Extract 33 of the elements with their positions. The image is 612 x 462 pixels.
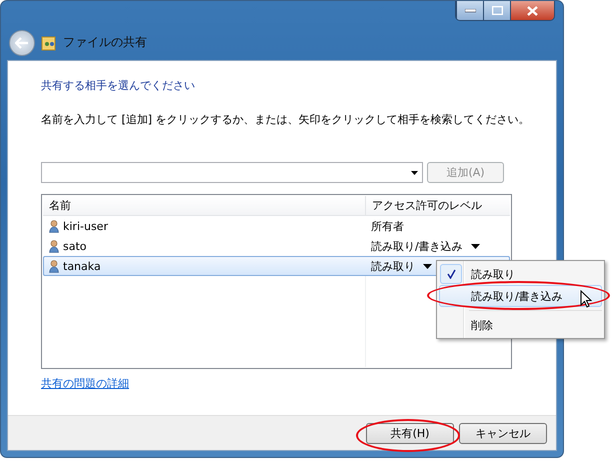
menu-item[interactable]: 読み取り/書き込み [439, 285, 602, 307]
access-level: 読み取り [371, 258, 415, 274]
share-button[interactable]: 共有(H) [366, 422, 454, 444]
shared-folder-icon [41, 34, 57, 50]
instruction-text: 名前を入力して [追加] をクリックするか、または、矢印をクリックして相手を検索してください。 [41, 112, 531, 127]
access-level: 読み取り/書き込み [371, 238, 463, 254]
column-header[interactable]: アクセス許可のレベル [365, 196, 510, 216]
sharing-help-link[interactable]: 共有の問題の詳細 [41, 376, 129, 391]
minimize-icon [464, 8, 476, 12]
back-arrow-icon [15, 36, 29, 48]
dropdown-arrow-icon[interactable] [470, 244, 480, 248]
dialog-heading: 共有する相手を選んでください [41, 78, 196, 93]
user-row[interactable]: sato 読み取り/書き込み [43, 236, 510, 256]
minimize-button[interactable] [456, 1, 483, 20]
user-name: kiri-user [63, 220, 108, 232]
back-button[interactable] [9, 30, 35, 56]
access-level: 所有者 [371, 218, 404, 234]
user-icon [49, 240, 59, 252]
menu-item[interactable]: 削除 [439, 314, 602, 336]
user-name: sato [63, 240, 87, 252]
user-icon [49, 220, 59, 232]
maximize-icon [492, 6, 502, 15]
maximize-button[interactable] [483, 1, 510, 20]
dropdown-arrow-icon[interactable] [423, 264, 432, 268]
mouse-cursor-icon [580, 290, 592, 308]
user-row[interactable]: kiri-user 所有者 [43, 216, 510, 236]
cancel-button[interactable]: キャンセル [459, 422, 547, 444]
user-name: tanaka [63, 260, 101, 272]
window-title: ファイルの共有 [63, 34, 147, 51]
close-button[interactable] [510, 1, 554, 20]
user-icon [49, 260, 59, 272]
close-icon [527, 6, 538, 16]
check-icon [446, 269, 456, 279]
